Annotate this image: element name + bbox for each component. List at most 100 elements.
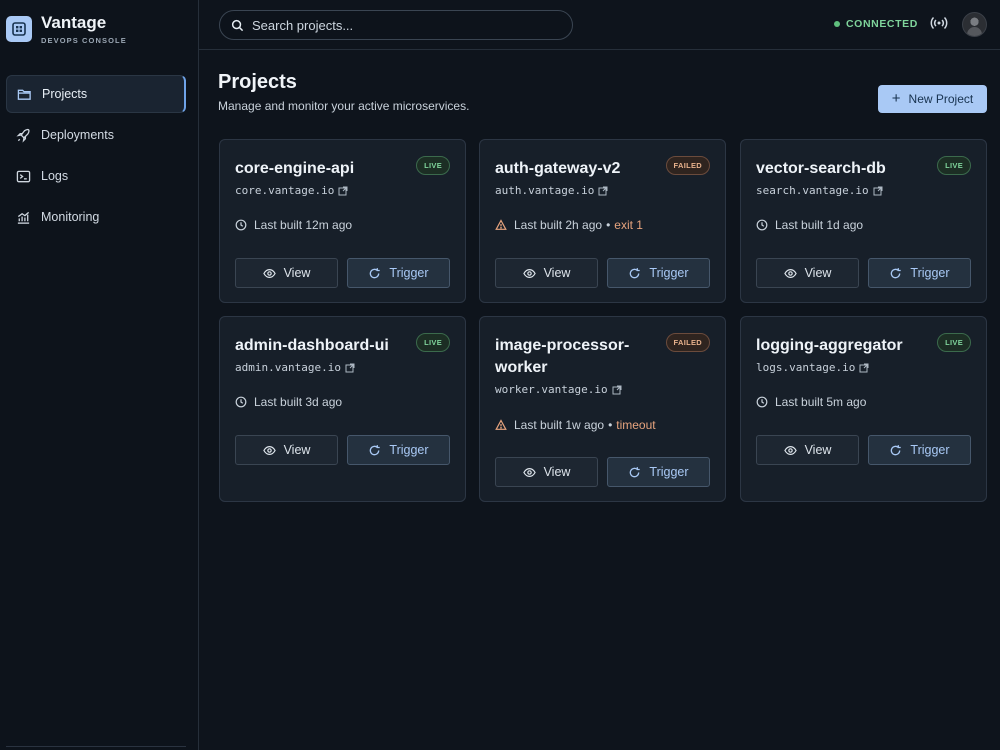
- project-card: admin-dashboard-ui LIVE admin.vantage.io La…: [219, 316, 466, 502]
- project-name[interactable]: admin-dashboard-ui: [235, 335, 410, 357]
- url-text: admin.vantage.io: [235, 361, 341, 374]
- status-text: CONNECTED: [846, 18, 918, 30]
- eye-icon: [783, 445, 797, 455]
- sidebar-item-label: Monitoring: [41, 210, 100, 224]
- external-link-icon[interactable]: [598, 186, 608, 196]
- view-label: View: [804, 266, 832, 280]
- warning-icon: [495, 419, 507, 430]
- new-project-button[interactable]: + New Project: [878, 85, 987, 113]
- project-card: image-processor-worker FAILED worker.vanta…: [479, 316, 726, 502]
- external-link-icon[interactable]: [859, 363, 869, 373]
- eye-icon: [522, 467, 536, 477]
- folder-icon: [17, 89, 31, 100]
- external-link-icon[interactable]: [612, 385, 622, 395]
- project-name[interactable]: image-processor-worker: [495, 335, 670, 379]
- url-text: worker.vantage.io: [495, 383, 608, 396]
- build-time: Last built 1d ago: [775, 218, 864, 232]
- sidebar-item-projects[interactable]: Projects: [6, 75, 186, 113]
- clock-icon: [235, 396, 247, 408]
- trigger-label: Trigger: [389, 443, 429, 457]
- build-time: Last built 12m ago: [254, 218, 353, 232]
- sidebar-item-label: Deployments: [41, 128, 114, 142]
- connection-status: CONNECTED: [834, 18, 918, 30]
- chart-icon: [17, 211, 30, 224]
- search-input[interactable]: [252, 17, 552, 33]
- project-name[interactable]: core-engine-api: [235, 158, 410, 180]
- view-button[interactable]: View: [495, 457, 598, 487]
- status-badge: LIVE: [937, 156, 971, 175]
- trigger-label: Trigger: [910, 443, 950, 457]
- clock-icon: [756, 219, 768, 231]
- rocket-icon: [16, 128, 30, 143]
- build-info: Last built 3d ago: [235, 395, 342, 409]
- sidebar-nav: Projects Deployments Logs Monitoring: [6, 75, 186, 239]
- sidebar-item-label: Logs: [41, 169, 69, 183]
- trigger-label: Trigger: [389, 266, 429, 280]
- trigger-button[interactable]: Trigger: [607, 258, 710, 288]
- project-url[interactable]: auth.vantage.io: [495, 184, 608, 197]
- brand-subtitle: DEVOPS CONSOLE: [41, 36, 127, 45]
- new-project-label: New Project: [908, 92, 974, 106]
- brand[interactable]: Vantage DEVOPS CONSOLE: [6, 13, 127, 45]
- avatar[interactable]: [962, 12, 987, 37]
- page-subtitle: Manage and monitor your active microserv…: [218, 99, 470, 113]
- status-badge: FAILED: [665, 333, 710, 352]
- view-button[interactable]: View: [495, 258, 598, 288]
- build-time: Last built 3d ago: [254, 395, 343, 409]
- eye-icon: [262, 445, 276, 455]
- top-bar: CONNECTED: [199, 0, 1000, 50]
- divider: [6, 746, 186, 747]
- status-badge: LIVE: [416, 156, 450, 175]
- project-name[interactable]: auth-gateway-v2: [495, 158, 670, 180]
- external-link-icon[interactable]: [338, 186, 348, 196]
- trigger-button[interactable]: Trigger: [607, 457, 710, 487]
- build-info: Last built 1w ago • timeout: [495, 418, 656, 432]
- build-error: timeout: [616, 418, 656, 432]
- project-url[interactable]: admin.vantage.io: [235, 361, 355, 374]
- project-card: logging-aggregator LIVE logs.vantage.io Las…: [740, 316, 987, 502]
- eye-icon: [783, 268, 797, 278]
- project-url[interactable]: logs.vantage.io: [756, 361, 869, 374]
- view-button[interactable]: View: [235, 435, 338, 465]
- page-title: Projects: [218, 71, 297, 93]
- sidebar-item-monitoring[interactable]: Monitoring: [6, 198, 186, 236]
- build-info: Last built 12m ago: [235, 218, 352, 232]
- url-text: core.vantage.io: [235, 184, 335, 197]
- search-box[interactable]: [219, 10, 573, 40]
- clock-icon: [756, 396, 768, 408]
- external-link-icon[interactable]: [873, 186, 883, 196]
- broadcast-icon[interactable]: [930, 15, 948, 31]
- refresh-icon: [370, 267, 381, 278]
- trigger-button[interactable]: Trigger: [347, 258, 450, 288]
- build-info: Last built 5m ago: [756, 395, 866, 409]
- warning-icon: [495, 219, 507, 230]
- plus-icon: +: [891, 90, 901, 107]
- trigger-button[interactable]: Trigger: [347, 435, 450, 465]
- view-button[interactable]: View: [235, 258, 338, 288]
- sidebar-item-logs[interactable]: Logs: [6, 157, 186, 195]
- eye-icon: [262, 268, 276, 278]
- search-icon: [231, 19, 244, 31]
- project-url[interactable]: worker.vantage.io: [495, 383, 622, 396]
- view-button[interactable]: View: [756, 258, 859, 288]
- clock-icon: [235, 219, 247, 231]
- external-link-icon[interactable]: [345, 363, 355, 373]
- build-info: Last built 1d ago: [756, 218, 863, 232]
- sidebar-item-label: Projects: [42, 87, 88, 101]
- trigger-button[interactable]: Trigger: [868, 258, 971, 288]
- view-button[interactable]: View: [756, 435, 859, 465]
- trigger-button[interactable]: Trigger: [868, 435, 971, 465]
- url-text: search.vantage.io: [756, 184, 869, 197]
- project-url[interactable]: core.vantage.io: [235, 184, 348, 197]
- view-label: View: [543, 266, 571, 280]
- project-url[interactable]: search.vantage.io: [756, 184, 883, 197]
- refresh-icon: [891, 267, 902, 278]
- grid-icon: [6, 16, 32, 42]
- status-badge: LIVE: [937, 333, 971, 352]
- project-card: auth-gateway-v2 FAILED auth.vantage.io Last…: [479, 139, 726, 303]
- project-name[interactable]: logging-aggregator: [756, 335, 931, 357]
- refresh-icon: [891, 444, 902, 455]
- view-label: View: [804, 443, 832, 457]
- project-name[interactable]: vector-search-db: [756, 158, 931, 180]
- sidebar-item-deployments[interactable]: Deployments: [6, 116, 186, 154]
